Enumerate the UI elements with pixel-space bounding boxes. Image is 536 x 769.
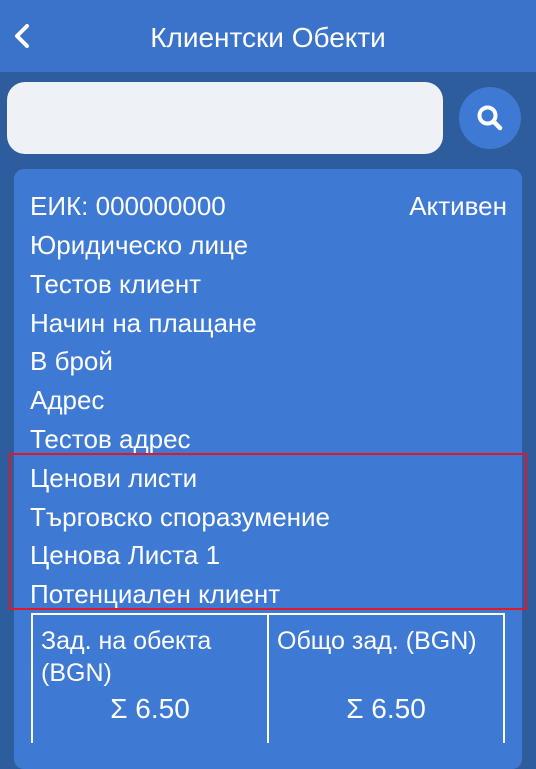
client-eik: ЕИК: 000000000 <box>30 191 226 221</box>
status-badge: Активен <box>409 191 507 221</box>
highlight-box <box>9 453 527 610</box>
page-title: Клиентски Обекти <box>150 22 386 53</box>
payment-method-label: Начин на плащане <box>30 308 257 338</box>
object-debt-value: Σ 6.50 <box>110 693 190 724</box>
total-debt-cell: Общо зад. (BGN) Σ 6.50 <box>269 615 503 743</box>
object-debt-cell: Зад. на обекта (BGN) Σ 6.50 <box>33 615 269 743</box>
search-input[interactable] <box>7 82 443 154</box>
payment-method-value: В брой <box>30 346 113 376</box>
address-label: Адрес <box>30 385 105 415</box>
object-debt-label: Зад. на обекта (BGN) <box>41 627 212 687</box>
entity-type: Юридическо лице <box>30 230 249 260</box>
total-debt-value: Σ 6.50 <box>346 693 426 724</box>
top-app-bar: Клиентски Обекти <box>0 0 536 72</box>
address-value: Тестов адрес <box>30 424 191 454</box>
search-icon <box>477 105 503 131</box>
total-debt-label: Общо зад. (BGN) <box>277 627 477 655</box>
client-name: Тестов клиент <box>30 269 202 299</box>
debt-table: Зад. на обекта (BGN) Σ 6.50 Общо зад. (B… <box>31 613 505 743</box>
search-button[interactable] <box>459 87 521 149</box>
